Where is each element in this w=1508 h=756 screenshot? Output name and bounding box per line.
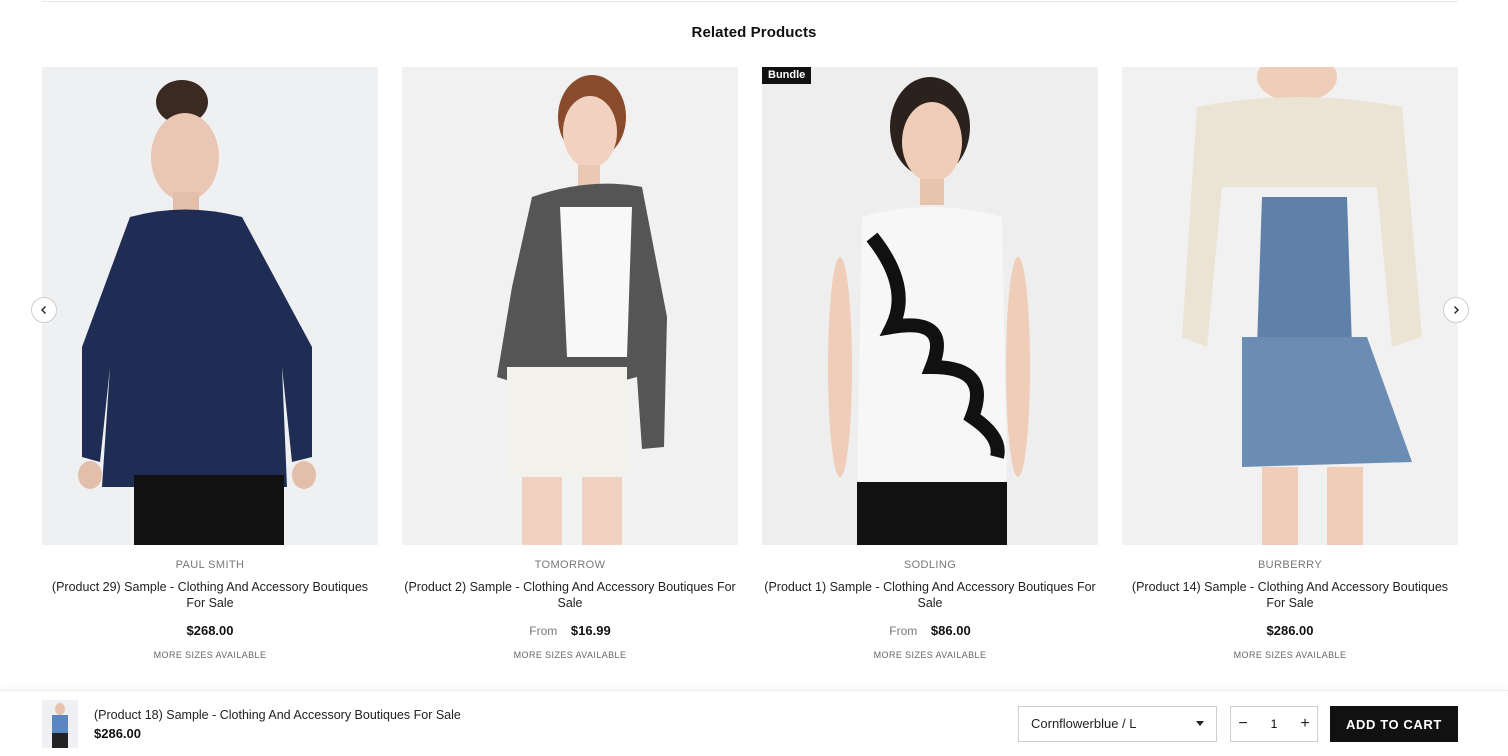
sticky-product-title: (Product 18) Sample - Clothing And Acces… [94, 708, 461, 722]
model-overalls-image [1122, 67, 1458, 545]
more-sizes-note: MORE SIZES AVAILABLE [153, 650, 267, 660]
product-brand[interactable]: PAUL SMITH [42, 559, 378, 571]
variant-select[interactable]: Cornflowerblue / L [1018, 706, 1217, 742]
variant-selected-value: Cornflowerblue / L [1031, 716, 1137, 731]
product-price-row: From $86.00 [762, 623, 1098, 638]
more-sizes-note: MORE SIZES AVAILABLE [513, 650, 627, 660]
product-card-1[interactable]: PAUL SMITH (Product 29) Sample - Clothin… [42, 67, 378, 660]
price-from-label: From [529, 624, 558, 638]
product-card-4[interactable]: BURBERRY (Product 14) Sample - Clothing … [1122, 67, 1458, 660]
product-brand[interactable]: SODLING [762, 559, 1098, 571]
quantity-input[interactable] [1255, 716, 1293, 732]
chevron-left-icon [41, 306, 46, 314]
product-brand[interactable]: BURBERRY [1122, 559, 1458, 571]
quantity-decrease-button[interactable]: − [1231, 707, 1255, 741]
model-sweater-image [42, 67, 378, 545]
product-price-row: From $16.99 [402, 623, 738, 638]
price-from-label: From [889, 624, 918, 638]
sticky-add-to-cart-bar: (Product 18) Sample - Clothing And Acces… [0, 690, 1508, 756]
product-image[interactable] [42, 67, 378, 545]
product-image[interactable] [1122, 67, 1458, 545]
quantity-increase-button[interactable]: + [1293, 707, 1317, 741]
add-to-cart-button[interactable]: ADD TO CART [1330, 706, 1458, 742]
product-title[interactable]: (Product 2) Sample - Clothing And Access… [404, 579, 736, 611]
model-blazer-image [402, 67, 738, 545]
product-thumbnail [42, 700, 78, 748]
product-title[interactable]: (Product 14) Sample - Clothing And Acces… [1124, 579, 1456, 611]
product-price: $86.00 [930, 623, 971, 638]
product-card-3[interactable]: Bundle SODLING (Product 1) Sample - Clot… [762, 67, 1098, 660]
carousel-next-button[interactable] [1443, 297, 1469, 323]
more-sizes-note: MORE SIZES AVAILABLE [873, 650, 987, 660]
product-price: $286.00 [1266, 623, 1314, 638]
model-tank-top-image [762, 67, 1098, 545]
product-image[interactable]: Bundle [762, 67, 1098, 545]
product-price: $268.00 [186, 623, 234, 638]
product-title[interactable]: (Product 1) Sample - Clothing And Access… [764, 579, 1096, 611]
more-sizes-note: MORE SIZES AVAILABLE [1233, 650, 1347, 660]
product-title[interactable]: (Product 29) Sample - Clothing And Acces… [44, 579, 376, 611]
product-price: $16.99 [570, 623, 611, 638]
sticky-product-price: $286.00 [94, 726, 141, 741]
product-brand[interactable]: TOMORROW [402, 559, 738, 571]
product-price-row: $286.00 [1122, 623, 1458, 638]
bundle-badge: Bundle [762, 67, 812, 84]
product-image[interactable] [402, 67, 738, 545]
quantity-stepper: − + [1230, 706, 1318, 742]
chevron-right-icon [1454, 306, 1459, 314]
thumbnail-image [42, 700, 78, 748]
related-products-carousel: PAUL SMITH (Product 29) Sample - Clothin… [0, 0, 1508, 690]
caret-down-icon [1196, 721, 1204, 726]
product-card-2[interactable]: TOMORROW (Product 2) Sample - Clothing A… [402, 67, 738, 660]
carousel-prev-button[interactable] [31, 297, 57, 323]
product-price-row: $268.00 [42, 623, 378, 638]
